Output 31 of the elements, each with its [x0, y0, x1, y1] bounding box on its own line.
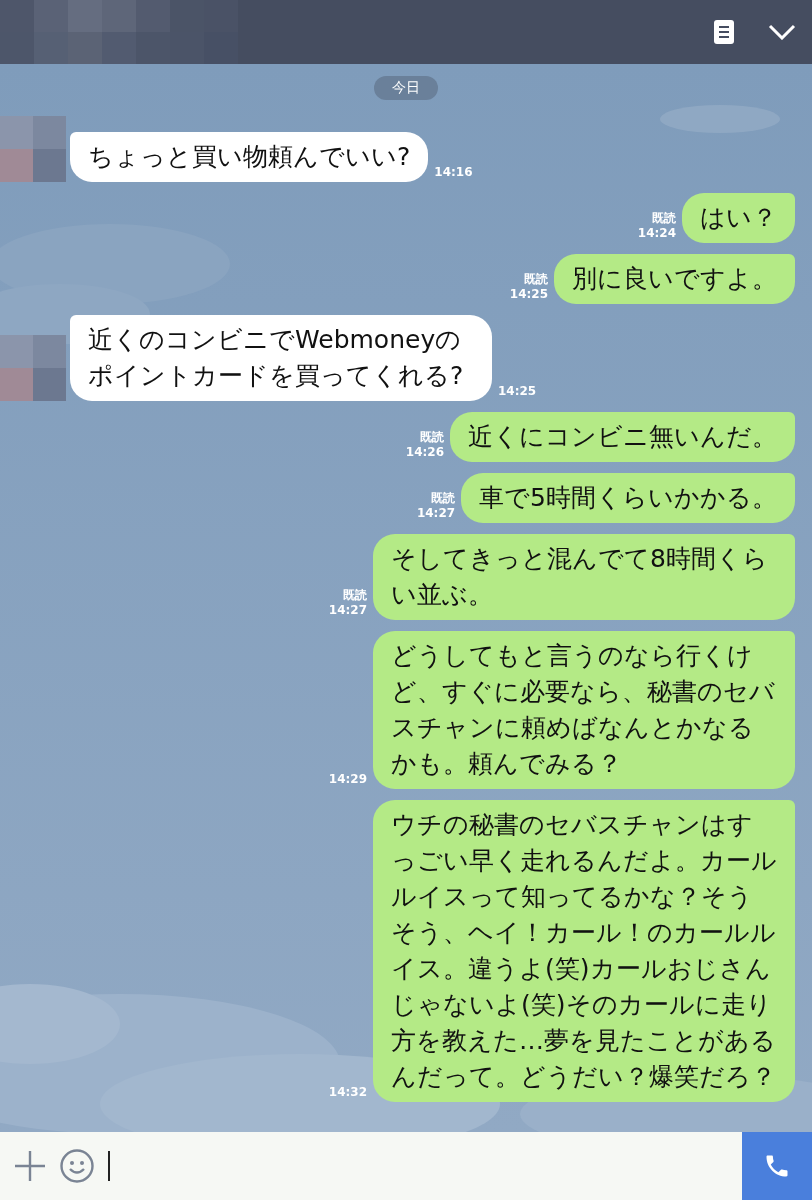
read-receipt: 既読	[652, 211, 676, 226]
message-bubble: 車で5時間くらいかかる。	[461, 473, 795, 523]
notes-icon[interactable]	[714, 20, 734, 44]
read-receipt: 既読	[343, 588, 367, 603]
avatar-mosaic-drawing	[0, 116, 66, 182]
message-time: 14:26	[405, 445, 444, 460]
message-bubble: 別に良いですよ。	[554, 254, 795, 304]
message-time: 14:25	[498, 384, 537, 399]
message-bubble: 近くのコンビニでWebmoneyのポイントカードを買ってくれる?	[70, 315, 492, 401]
call-button[interactable]	[742, 1132, 812, 1200]
message-bubble: そしてきっと混んでて8時間くらい並ぶ。	[373, 534, 795, 620]
message-time: 14:27	[416, 506, 456, 521]
chevron-down-icon[interactable]	[768, 24, 796, 40]
message-time: 14:32	[328, 1085, 367, 1100]
avatar-mosaic-drawing	[0, 335, 66, 401]
date-separator: 今日	[374, 76, 438, 100]
message-time: 14:24	[637, 226, 676, 241]
read-receipt: 既読	[431, 491, 456, 506]
plus-icon[interactable]	[14, 1150, 46, 1182]
message-bubble: ちょっと買い物頼んでいい?	[70, 132, 429, 182]
message-time: 14:27	[328, 603, 367, 618]
message-bubble: 近くにコンビニ無いんだ。	[450, 412, 795, 462]
message-bubble: はい？	[682, 193, 795, 243]
message-time: 14:29	[328, 772, 367, 787]
message-time: 14:16	[434, 165, 473, 180]
message-bubble: ウチの秘書のセバスチャンはすっごい早く走れるんだよ。カールルイスって知ってるかな？そうそう、ヘイ！カール！のカールルイス。違うよ(笑)カールおじさんじゃないよ(笑)そのカールに走り方を教えた…夢を見たことがあるんだって。どうだい？爆笑だろ？	[373, 800, 795, 1102]
read-receipt: 既読	[420, 430, 444, 445]
message-time: 14:25	[509, 287, 548, 302]
message-bubble: どうしてもと言うのなら行くけど、すぐに必要なら、秘書のセバスチャンに頼めばなんとかなるかも。頼んでみる？	[373, 631, 795, 789]
read-receipt: 既読	[524, 272, 548, 287]
smile-icon[interactable]	[60, 1149, 94, 1183]
